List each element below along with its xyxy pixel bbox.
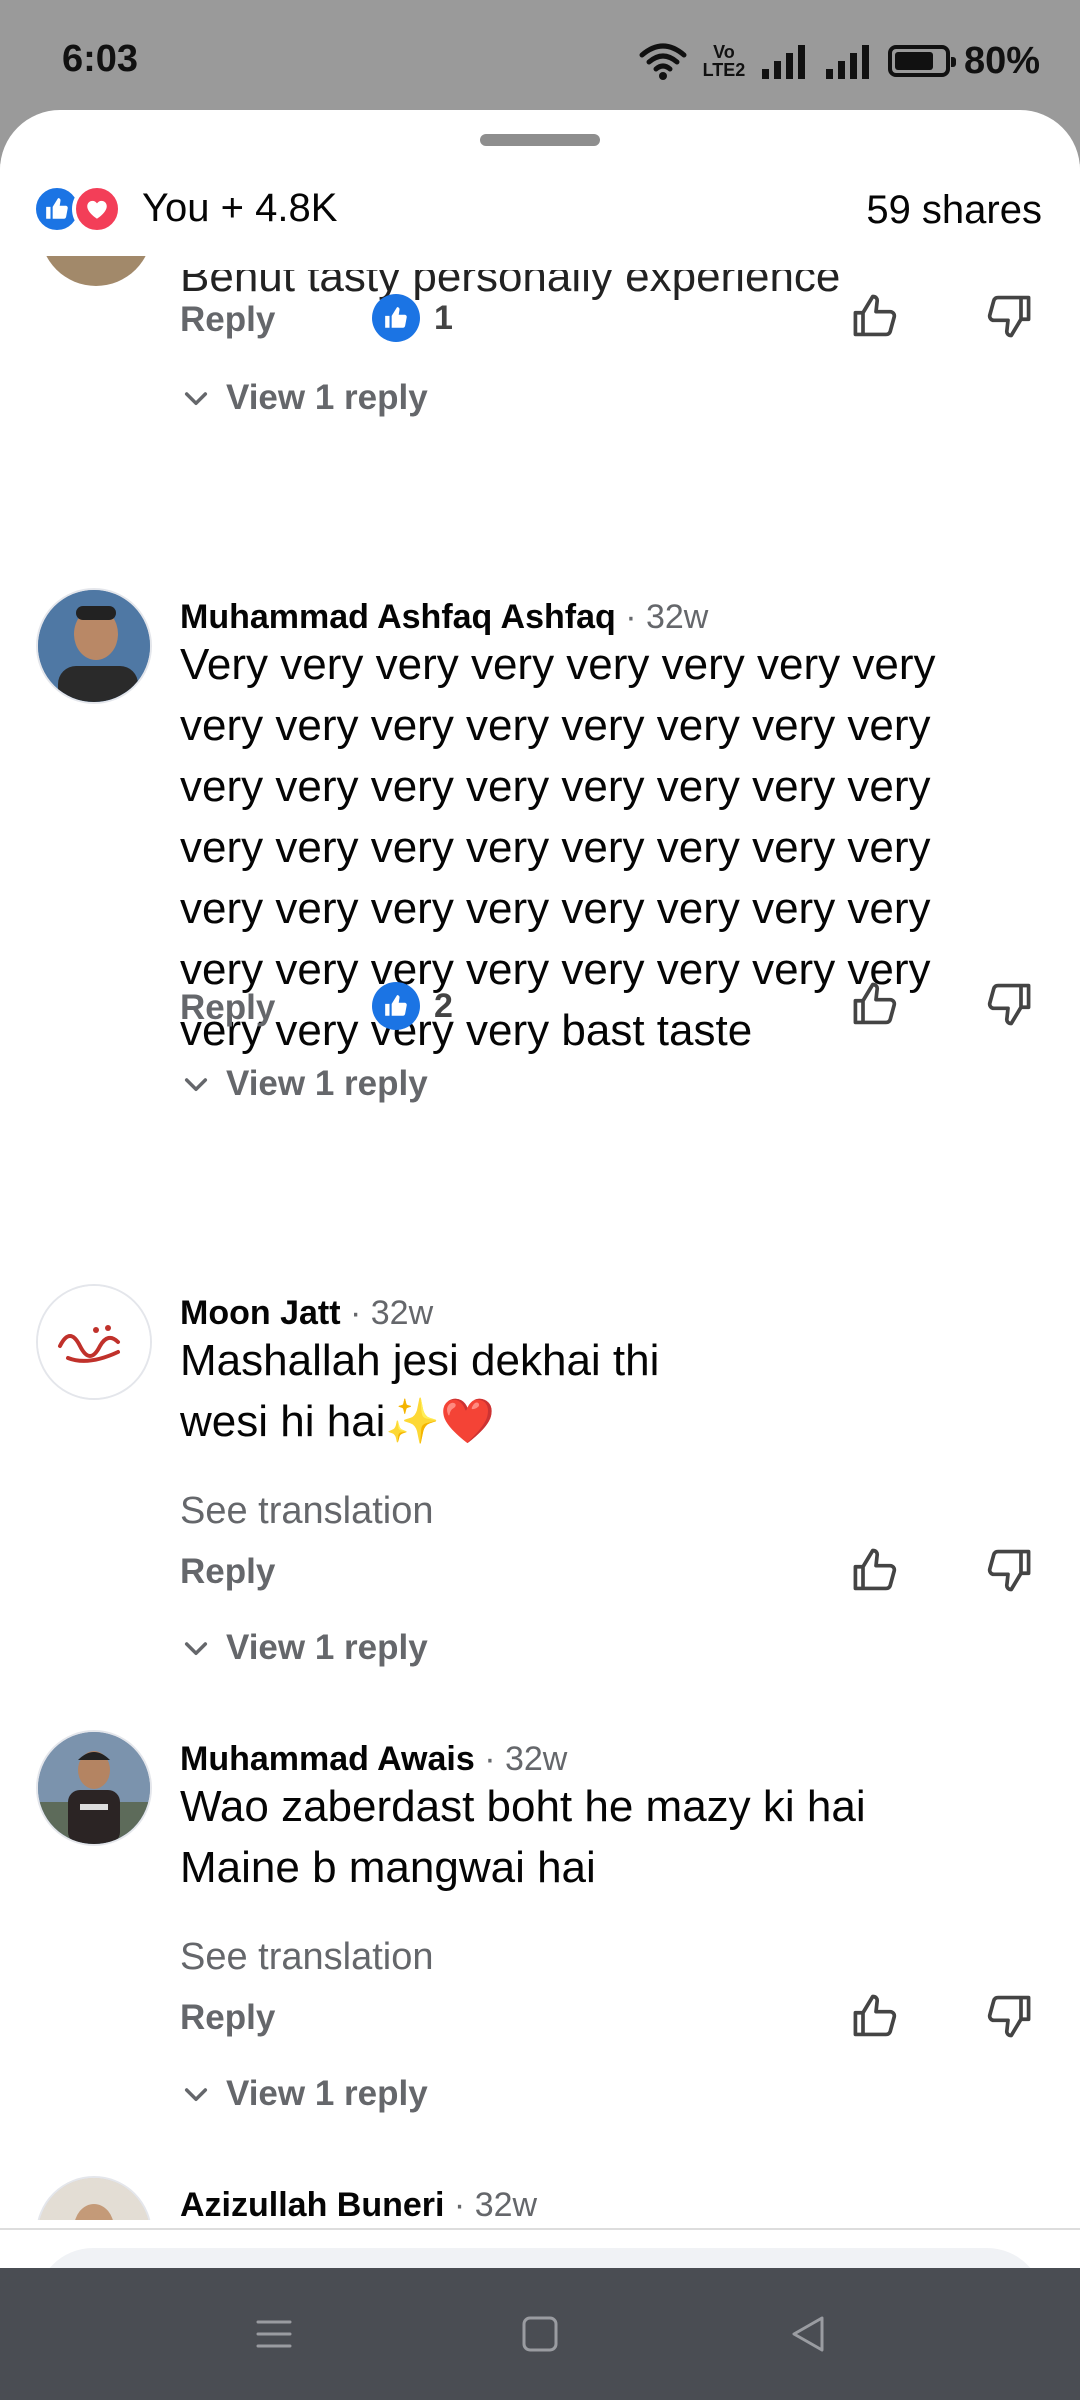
upvote-button[interactable] [848,1542,904,1598]
view-replies-label: View 1 reply [226,1064,428,1103]
avatar[interactable] [36,2176,152,2220]
like-count[interactable]: 1 [372,294,453,342]
home-square-icon [522,2316,558,2352]
thumbs-up-icon [853,294,897,337]
signal-icon [761,45,805,79]
upvote-button[interactable] [848,976,904,1032]
drag-handle[interactable] [480,134,600,146]
view-replies-label: View 1 reply [226,2074,428,2113]
reactions-count[interactable]: You + 4.8K [142,186,337,231]
view-replies-label: View 1 reply [226,378,428,417]
upvote-button[interactable] [848,288,904,344]
nav-menu-button[interactable] [244,2304,304,2364]
volte-indicator: Vo LTE2 [702,42,746,80]
comment-time: · 32w [625,598,709,636]
commenter-name[interactable]: Moon Jatt [180,1294,341,1332]
comment-composer[interactable] [36,2248,1044,2268]
chevron-down-icon [184,1642,208,1656]
comment-text: Mashallah jesi dekhai thi wesi hi hai✨❤️ [180,1336,660,1446]
comment-header: Azizullah Buneri · 32w [180,2186,537,2220]
thumbs-down-icon [987,983,1031,1026]
see-translation-link[interactable]: See translation [180,1936,434,1979]
battery-icon [887,45,956,77]
reaction-icons[interactable] [32,184,122,234]
avatar[interactable] [36,1730,152,1846]
battery-fill [894,52,933,70]
battery-percent: 80% [963,39,1040,82]
commenter-name[interactable]: Muhammad Ashfaq Ashfaq [180,598,616,636]
view-replies-button[interactable]: View 1 reply [180,1628,428,1668]
comment-text: Wao zaberdast boht he mazy ki hai Maine … [180,1782,866,1892]
reply-button[interactable]: Reply [180,1552,275,1592]
nav-home-button[interactable] [510,2304,570,2364]
chevron-down-icon [184,1078,208,1092]
view-replies-label: View 1 reply [226,1628,428,1667]
see-translation-link[interactable]: See translation [180,1490,434,1533]
thumbs-down-icon [987,295,1031,338]
system-nav-bar [0,2268,1080,2400]
comment-time: · 32w [484,1740,568,1778]
status-bar: 6:03 Vo LTE2 80% [0,0,1080,110]
downvote-button[interactable] [980,288,1036,344]
downvote-button[interactable] [980,1988,1036,2044]
comments-sheet: You + 4.8K 59 shares Behut tasty persona… [0,110,1080,2268]
thumbs-down-icon [987,1995,1031,2038]
shares-count[interactable]: 59 shares [866,188,1042,233]
comment-time: · 32w [350,1294,434,1332]
chevron-down-icon [184,2088,208,2102]
like-count-value: 1 [434,298,453,337]
comment-input[interactable] [72,2248,1016,2268]
status-icons: Vo LTE2 80% [638,36,1040,86]
view-replies-button[interactable]: View 1 reply [180,378,428,418]
love-icon [72,184,122,234]
comments-list: Behut tasty personally experience Reply … [0,256,1080,2220]
thumbs-up-icon [853,1548,897,1591]
view-replies-button[interactable]: View 1 reply [180,2074,428,2114]
signal-icon-2 [825,45,869,79]
view-replies-button[interactable]: View 1 reply [180,1064,428,1104]
reply-button[interactable]: Reply [180,1998,275,2038]
thumbs-up-icon [853,1994,897,2037]
avatar[interactable] [36,588,152,704]
like-badge-icon [372,982,420,1030]
comment-header: Muhammad Awais · 32w [180,1740,567,1779]
comment-header: Muhammad Ashfaq Ashfaq · 32w [180,598,708,637]
comment-time: · 32w [453,2186,538,2220]
commenter-name[interactable]: Azizullah Buneri [180,2186,444,2220]
like-count[interactable]: 2 [372,982,453,1030]
like-count-value: 2 [434,986,453,1025]
thumbs-down-icon [987,1549,1031,1592]
back-triangle-icon [792,2316,824,2352]
reply-button[interactable]: Reply [180,988,275,1028]
comment-header: Moon Jatt · 32w [180,1294,433,1333]
wifi-icon [639,43,687,80]
avatar[interactable] [36,1284,152,1400]
comment-text-partial: Behut tasty personally experience [180,256,841,301]
reactions-summary: You + 4.8K 59 shares [0,164,1080,256]
like-badge-icon [372,294,420,342]
status-time: 6:03 [62,38,139,80]
thumbs-up-icon [853,982,897,1025]
upvote-button[interactable] [848,1988,904,2044]
commenter-name[interactable]: Muhammad Awais [180,1740,475,1778]
nav-back-button[interactable] [778,2304,838,2364]
reply-button[interactable]: Reply [180,300,275,340]
downvote-button[interactable] [980,1542,1036,1598]
composer-divider [0,2228,1080,2230]
avatar[interactable] [40,256,152,286]
chevron-down-icon [184,392,208,406]
menu-icon [256,2320,292,2348]
downvote-button[interactable] [980,976,1036,1032]
